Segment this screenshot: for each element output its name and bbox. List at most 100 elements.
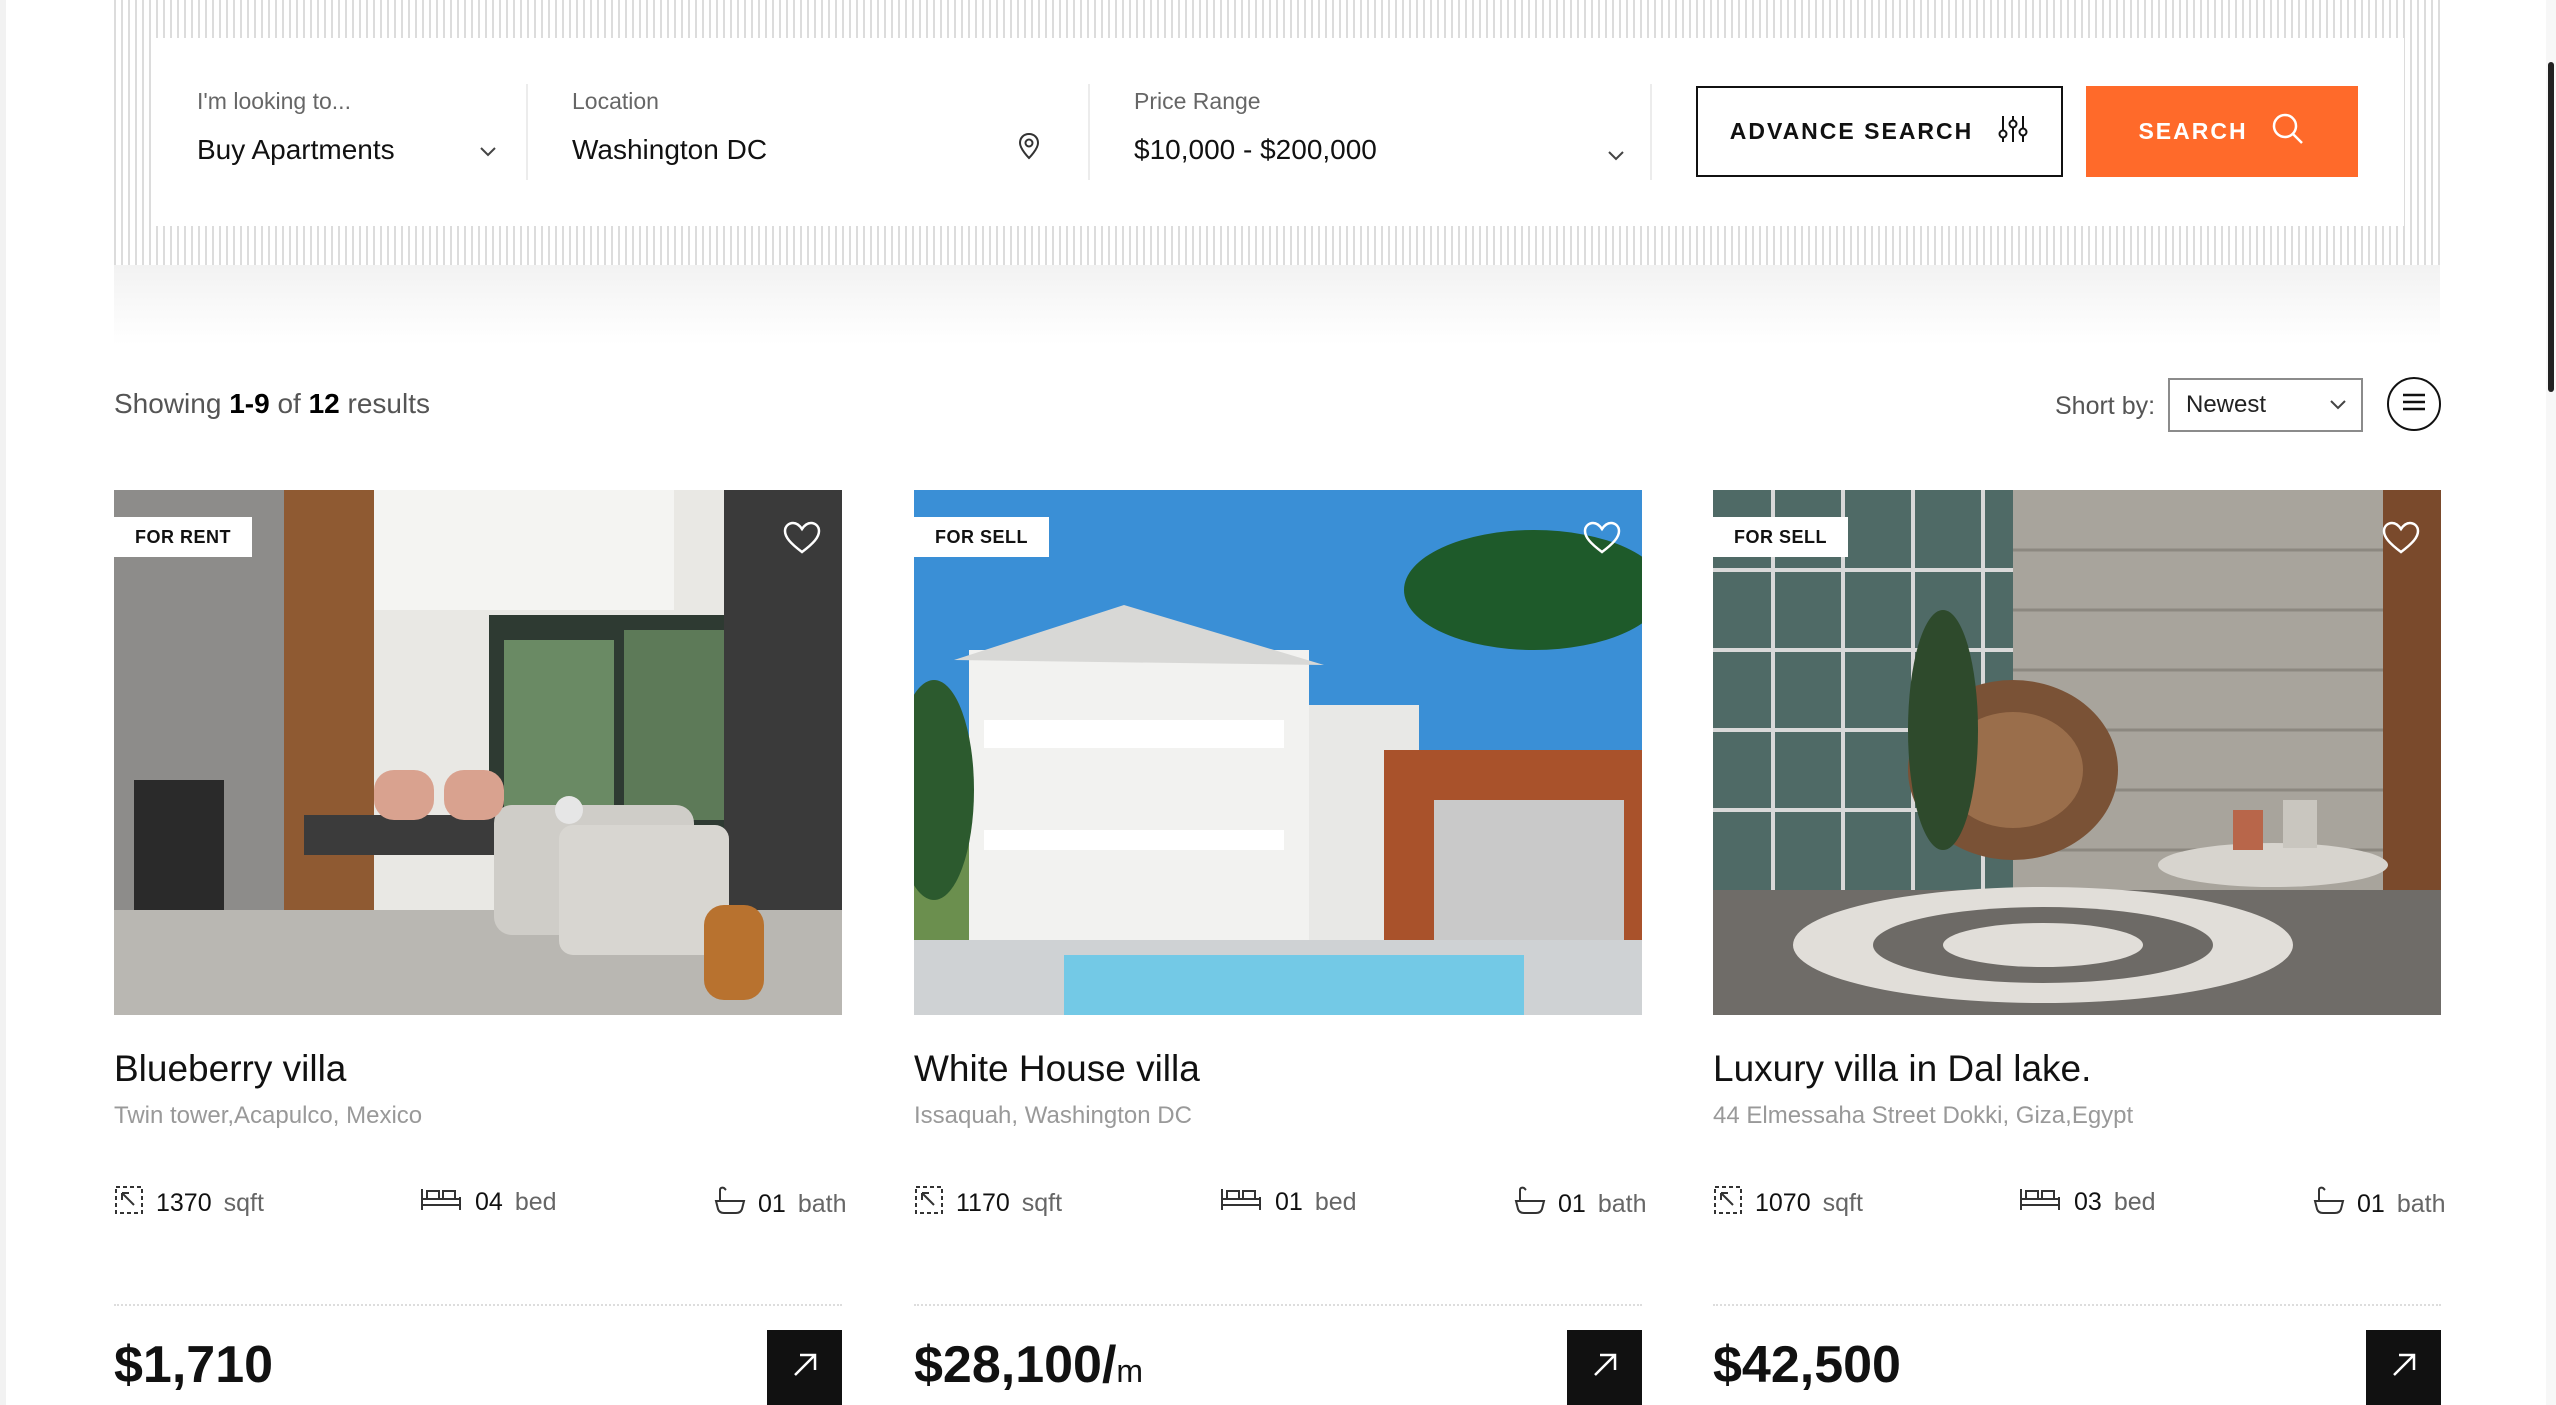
listing-title[interactable]: White House villa	[914, 1048, 1200, 1090]
bed-value: 01	[1275, 1188, 1303, 1216]
page-scrollbar[interactable]	[2546, 0, 2556, 1405]
search-icon	[2270, 111, 2306, 153]
bed-feature: 04 bed	[419, 1185, 557, 1220]
listing-address: Twin tower,Acapulco, Mexico	[114, 1102, 423, 1129]
area-unit: sqft	[1021, 1189, 1063, 1217]
price-value: $28,100/	[914, 1336, 1117, 1394]
search-band-shadow	[114, 265, 2440, 345]
location-field[interactable]: Location Washington DC	[572, 38, 1072, 226]
bath-unit: bath	[797, 1190, 847, 1218]
results-range: 1-9	[229, 388, 270, 419]
chevron-down-icon	[1607, 142, 1625, 168]
results-prefix: Showing	[114, 388, 222, 419]
bed-feature: 01 bed	[1219, 1185, 1357, 1220]
bath-value: 01	[758, 1190, 786, 1218]
sort-label: Short by:	[2055, 392, 2156, 420]
chevron-down-icon	[2329, 392, 2347, 423]
property-image[interactable]: FOR RENT	[114, 490, 842, 1015]
listing-price: $42,500	[1713, 1335, 1901, 1395]
card-divider	[114, 1304, 842, 1306]
map-pin-icon	[1018, 132, 1040, 166]
property-card[interactable]: FOR SELL Luxury villa in Dal lake. 44 El…	[1713, 490, 2445, 1405]
list-view-toggle[interactable]	[2387, 377, 2441, 431]
area-icon	[114, 1185, 144, 1222]
heart-icon[interactable]	[782, 520, 822, 556]
bath-feature: 01 bath	[1514, 1185, 1646, 1224]
area-value: 1170	[956, 1189, 1010, 1217]
location-label: Location	[572, 88, 659, 114]
bath-feature: 01 bath	[714, 1185, 846, 1224]
property-image[interactable]: FOR SELL	[914, 490, 1642, 1015]
arrow-up-right-icon	[2389, 1350, 2419, 1385]
bath-value: 01	[1558, 1190, 1586, 1218]
listing-tag: FOR SELL	[1713, 517, 1848, 557]
area-unit: sqft	[1822, 1189, 1863, 1217]
bed-icon	[1219, 1185, 1263, 1220]
property-card[interactable]: FOR SELL White House villa Issaquah, Was…	[914, 490, 1646, 1405]
price-range-value: $10,000 - $200,000	[1134, 134, 1377, 165]
scrollbar-thumb[interactable]	[2548, 62, 2554, 392]
area-icon	[914, 1185, 944, 1222]
heart-icon[interactable]	[2381, 520, 2421, 556]
listing-price: $28,100/m	[914, 1335, 1143, 1395]
area-feature: 1370 sqft	[114, 1185, 264, 1222]
field-divider	[1650, 84, 1652, 180]
area-feature: 1170 sqft	[914, 1185, 1062, 1222]
area-unit: sqft	[223, 1189, 264, 1217]
listing-address: 44 Elmessaha Street Dokki, Giza,Egypt	[1713, 1102, 2134, 1129]
bed-value: 04	[475, 1188, 503, 1216]
advance-search-label: ADVANCE SEARCH	[1729, 118, 1974, 144]
bed-unit: bed	[514, 1188, 557, 1216]
menu-icon	[2401, 392, 2427, 417]
card-divider	[914, 1304, 1642, 1306]
looking-to-label: I'm looking to...	[197, 88, 351, 114]
price-range-dropdown[interactable]: Price Range $10,000 - $200,000	[1134, 38, 1654, 226]
area-value: 1370	[156, 1189, 212, 1217]
bath-icon	[2313, 1185, 2345, 1224]
listing-title[interactable]: Luxury villa in Dal lake.	[1713, 1048, 2091, 1090]
bath-unit: bath	[1597, 1190, 1647, 1218]
listing-title[interactable]: Blueberry villa	[114, 1048, 346, 1090]
looking-to-dropdown[interactable]: I'm looking to... Buy Apartments	[197, 38, 517, 226]
location-value: Washington DC	[572, 134, 768, 165]
property-card[interactable]: FOR RENT Blueberry villa Twin tower,Acap…	[114, 490, 846, 1405]
looking-to-value: Buy Apartments	[197, 134, 395, 165]
bed-unit: bed	[1314, 1188, 1357, 1216]
area-icon	[1713, 1185, 1743, 1222]
sort-select[interactable]: Newest	[2168, 378, 2363, 432]
listing-tag: FOR SELL	[914, 517, 1049, 557]
chevron-down-icon	[479, 138, 497, 164]
search-form: I'm looking to... Buy Apartments Locatio…	[152, 38, 2404, 226]
price-value: $42,500	[1713, 1336, 1901, 1394]
bed-unit: bed	[2113, 1188, 2156, 1216]
field-divider	[1088, 84, 1090, 180]
results-total: 12	[308, 388, 340, 419]
view-details-button[interactable]	[767, 1330, 842, 1405]
bath-value: 01	[2357, 1190, 2385, 1218]
sort-value: Newest	[2186, 391, 2267, 418]
bed-value: 03	[2074, 1188, 2102, 1216]
price-value: $1,710	[114, 1336, 274, 1394]
bed-icon	[2018, 1185, 2062, 1220]
heart-icon[interactable]	[1582, 520, 1622, 556]
advance-search-button[interactable]: ADVANCE SEARCH	[1696, 86, 2063, 177]
bed-icon	[419, 1185, 463, 1220]
view-details-button[interactable]	[1567, 1330, 1642, 1405]
price-range-label: Price Range	[1134, 88, 1261, 114]
field-divider	[526, 84, 528, 180]
area-value: 1070	[1755, 1189, 1811, 1217]
results-count: Showing 1-9 of 12 results	[114, 388, 430, 420]
arrow-up-right-icon	[790, 1350, 820, 1385]
bed-feature: 03 bed	[2018, 1185, 2156, 1220]
search-button[interactable]: SEARCH	[2086, 86, 2358, 177]
results-of: of	[277, 388, 301, 419]
price-unit: m	[1116, 1353, 1144, 1389]
property-image[interactable]: FOR SELL	[1713, 490, 2441, 1015]
bath-icon	[1514, 1185, 1546, 1224]
view-details-button[interactable]	[2366, 1330, 2441, 1405]
bath-icon	[714, 1185, 746, 1224]
page-edge	[0, 0, 6, 1405]
bath-feature: 01 bath	[2313, 1185, 2445, 1224]
listing-address: Issaquah, Washington DC	[914, 1102, 1192, 1129]
results-suffix: results	[347, 388, 430, 419]
